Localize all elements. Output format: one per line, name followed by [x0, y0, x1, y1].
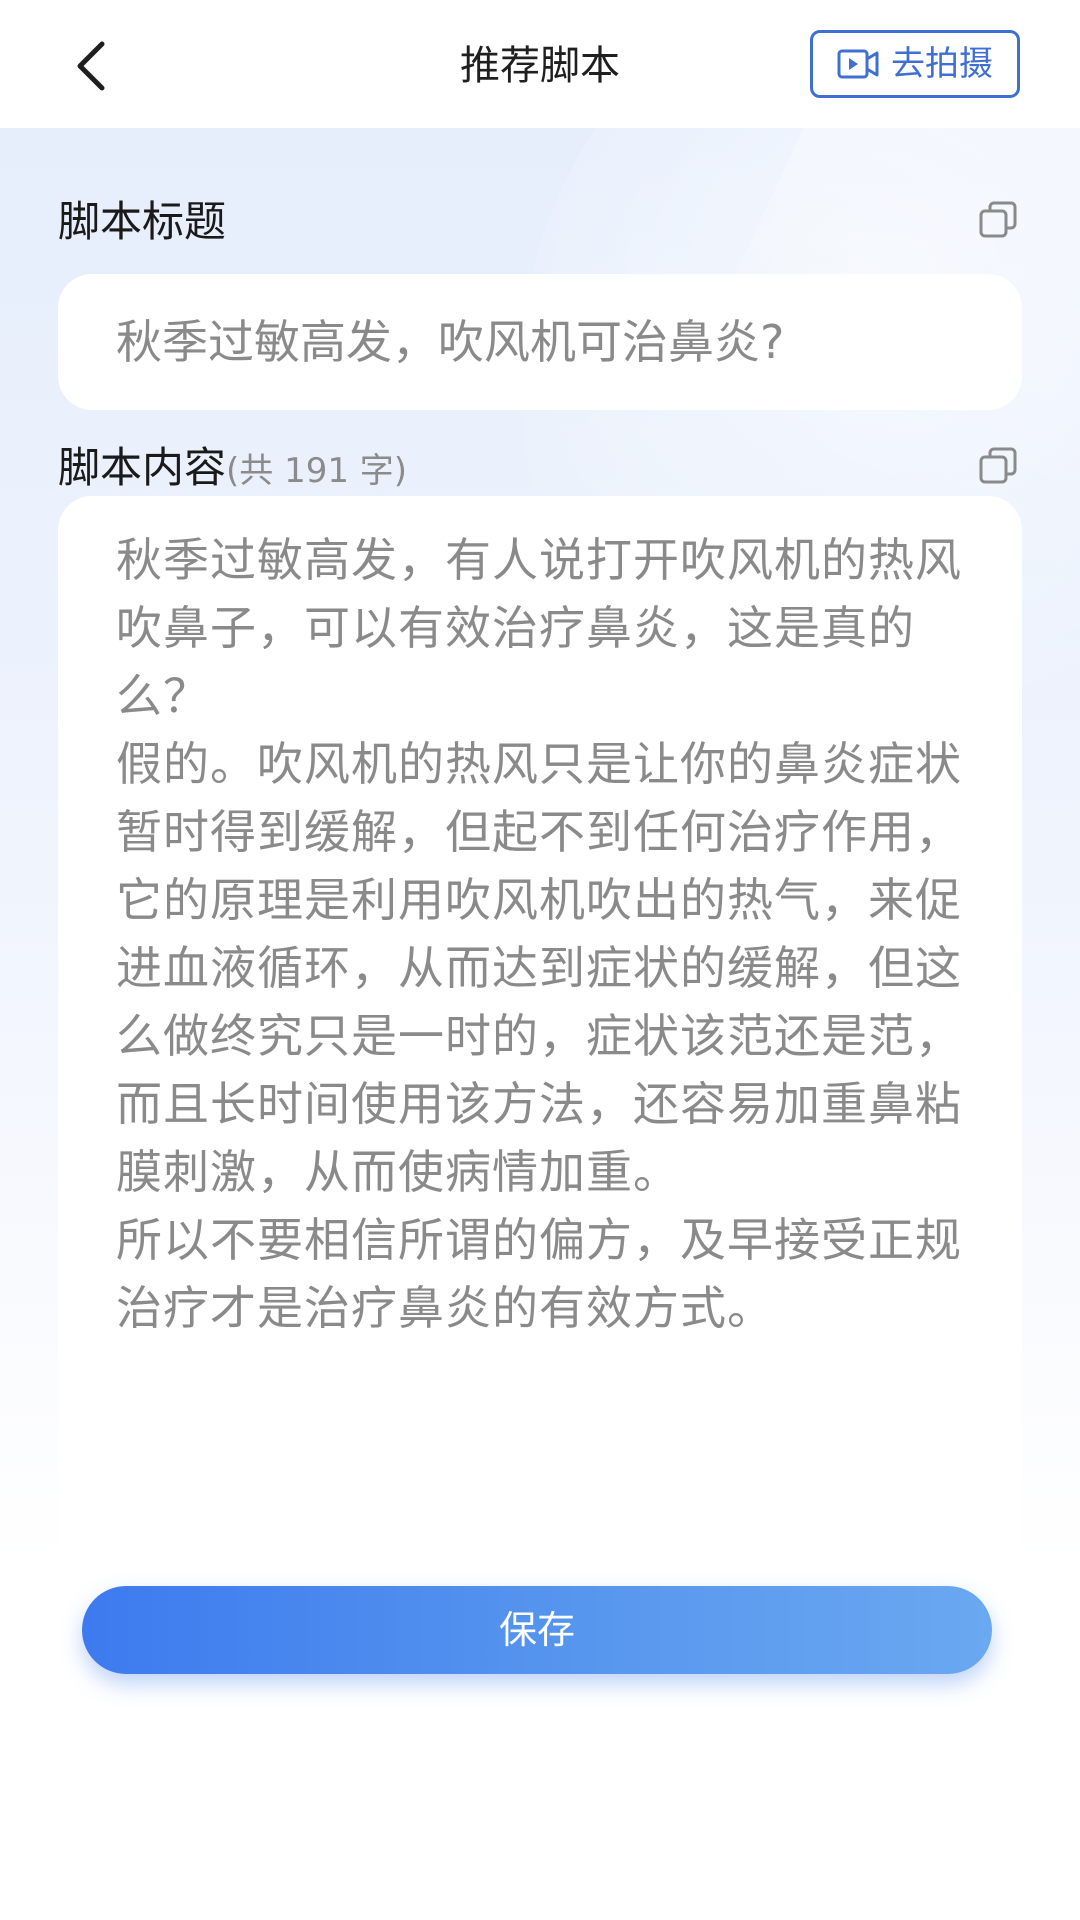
save-button[interactable]: 保存 — [82, 1586, 992, 1674]
script-content-paragraph: 假的。吹风机的热风只是让你的鼻炎症状暂时得到缓解，但起不到任何治疗作用，它的原理… — [116, 737, 962, 1199]
go-shoot-button[interactable]: 去拍摄 — [810, 30, 1020, 98]
video-camera-icon — [837, 49, 879, 79]
word-count: (共 191 字) — [226, 451, 408, 491]
script-title-text: 秋季过敏高发，吹风机可治鼻炎? — [116, 315, 785, 369]
copy-icon[interactable] — [978, 446, 1018, 486]
copy-icon[interactable] — [978, 200, 1018, 240]
script-title-label: 脚本标题 — [58, 197, 227, 246]
script-content-paragraph: 所以不要相信所谓的偏方，及早接受正规治疗才是治疗鼻炎的有效方式。 — [116, 1213, 962, 1335]
script-content-label-text: 脚本内容 — [58, 443, 227, 492]
script-content-field[interactable]: 秋季过敏高发，有人说打开吹风机的热风吹鼻子，可以有效治疗鼻炎，这是真的么？ 假的… — [58, 496, 1022, 1920]
save-button-label: 保存 — [498, 1608, 575, 1652]
script-title-field[interactable]: 秋季过敏高发，吹风机可治鼻炎? — [58, 274, 1022, 410]
go-shoot-label: 去拍摄 — [891, 44, 993, 84]
script-content-label: 脚本内容(共 191 字) — [58, 440, 407, 499]
header-bar: 推荐脚本 去拍摄 — [0, 0, 1080, 128]
script-content-paragraph: 秋季过敏高发，有人说打开吹风机的热风吹鼻子，可以有效治疗鼻炎，这是真的么？ — [116, 533, 962, 723]
